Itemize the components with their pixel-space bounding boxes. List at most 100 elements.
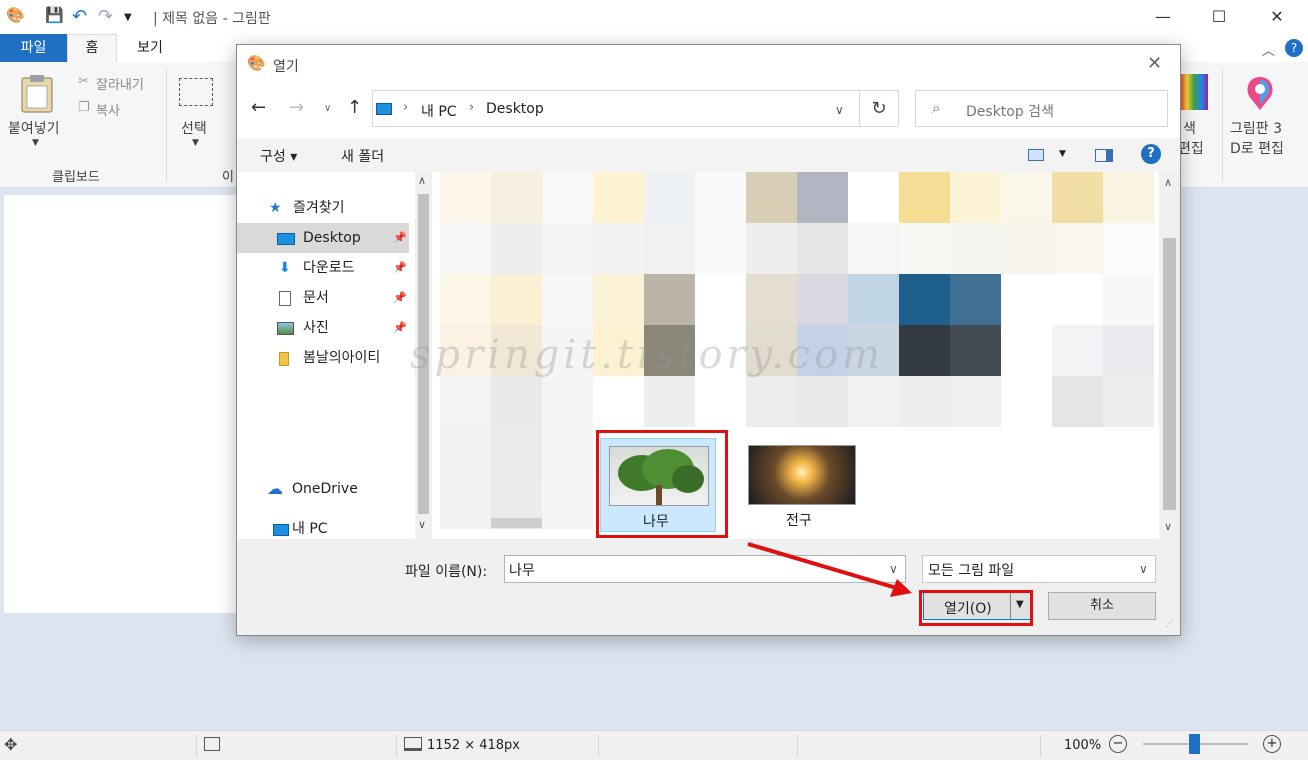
select-button[interactable]: 선택: [181, 118, 207, 138]
blurred-thumbnail-cell: [593, 376, 644, 427]
edit-colors-label-b[interactable]: 편집: [1178, 138, 1204, 158]
zoom-slider-thumb[interactable]: [1189, 734, 1200, 754]
star-icon: ★: [269, 200, 282, 216]
sidebar-item-quick-access[interactable]: ★ 즐겨찾기: [237, 193, 409, 223]
blurred-thumbnail-cell: [593, 172, 644, 223]
blurred-thumbnail-cell: [542, 172, 593, 223]
undo-icon[interactable]: ↶: [72, 6, 87, 27]
file-item-bulb[interactable]: 전구: [744, 438, 860, 532]
help-icon[interactable]: ?: [1141, 144, 1161, 164]
blurred-thumbnail-cell: [746, 172, 797, 223]
preview-pane-icon[interactable]: [1095, 149, 1113, 162]
blurred-thumbnail-cell: [899, 325, 950, 376]
new-folder-button[interactable]: 새 폴더: [341, 146, 384, 166]
edit-colors-icon: [1180, 74, 1208, 110]
customize-quick-access-icon[interactable]: ▼: [124, 12, 132, 23]
image-size-text: 1152 × 418px: [427, 738, 520, 753]
tab-view[interactable]: 보기: [122, 34, 178, 62]
blurred-thumbnail-cell: [746, 223, 797, 274]
blurred-thumbnail-cell: [1103, 172, 1154, 223]
view-options-icon[interactable]: [1028, 149, 1044, 161]
zoom-out-icon[interactable]: −: [1109, 735, 1127, 753]
dialog-close-button[interactable]: ✕: [1147, 53, 1162, 74]
sidebar-item-label: 즐겨찾기: [293, 200, 345, 216]
copy-button[interactable]: 복사: [96, 100, 120, 119]
redo-icon[interactable]: ↷: [98, 6, 113, 27]
scroll-down-icon[interactable]: ∨: [1164, 520, 1172, 533]
scroll-down-icon[interactable]: ∨: [418, 518, 426, 531]
blurred-thumbnail-cell: [440, 223, 491, 274]
search-icon: ⌕: [932, 99, 941, 117]
image-group-label: 이: [222, 170, 234, 185]
sidebar-item-label: OneDrive: [292, 481, 358, 497]
paint-app-icon: 🎨: [247, 54, 266, 72]
blurred-thumbnail-cell: [440, 427, 491, 478]
sidebar-item-pictures[interactable]: 사진 📌: [237, 313, 409, 343]
document-icon: [279, 291, 291, 306]
paint-3d-label-a[interactable]: 그림판 3: [1230, 118, 1282, 138]
filetype-dropdown-icon[interactable]: ∨: [1139, 562, 1148, 576]
sidebar-item-folder[interactable]: 봄날의아이티: [237, 343, 409, 373]
up-icon[interactable]: ↑: [347, 97, 362, 118]
drawing-canvas[interactable]: [4, 195, 240, 613]
blurred-thumbnail-cell: [542, 274, 593, 325]
address-bar[interactable]: › 내 PC › Desktop ∨: [372, 90, 860, 127]
back-icon[interactable]: ←: [251, 97, 266, 118]
sidebar-item-documents[interactable]: 문서 📌: [237, 283, 409, 313]
blurred-thumbnail-cell: [491, 274, 542, 325]
paint-3d-label-b[interactable]: D로 편집: [1230, 138, 1284, 158]
zoom-in-icon[interactable]: +: [1263, 735, 1281, 753]
paste-button[interactable]: 붙여넣기: [8, 118, 60, 138]
scroll-thumb[interactable]: [1163, 238, 1176, 510]
organize-button[interactable]: 구성 ▾: [260, 146, 297, 166]
close-button[interactable]: ✕: [1254, 4, 1300, 30]
maximize-button[interactable]: ☐: [1196, 4, 1242, 30]
tab-file[interactable]: 파일: [0, 34, 67, 62]
blurred-thumbnail-cell: [644, 223, 695, 274]
blurred-thumbnail-cell: [644, 376, 695, 427]
sidebar-item-onedrive[interactable]: ☁ OneDrive: [237, 474, 409, 504]
save-icon[interactable]: 💾: [45, 6, 64, 24]
view-dropdown-icon[interactable]: ▼: [1059, 149, 1066, 159]
paste-dropdown-icon[interactable]: ▼: [32, 138, 39, 148]
resize-grip-icon[interactable]: ⋰: [1165, 619, 1174, 629]
dialog-title: 열기: [273, 59, 299, 75]
sidebar-item-downloads[interactable]: ⬇ 다운로드 📌: [237, 253, 409, 283]
highlight-open-button: [919, 590, 1033, 626]
tab-home[interactable]: 홈: [67, 34, 117, 62]
recent-locations-icon[interactable]: ∨: [324, 103, 331, 114]
breadcrumb-folder[interactable]: Desktop: [486, 101, 544, 117]
blurred-thumbnail-cell: [797, 376, 848, 427]
edit-colors-label-a[interactable]: 색: [1183, 118, 1196, 138]
blurred-thumbnail-cell: [950, 325, 1001, 376]
blurred-thumbnail-cell: [440, 274, 491, 325]
help-icon[interactable]: ?: [1285, 39, 1303, 57]
cut-button[interactable]: 잘라내기: [96, 74, 144, 93]
collapse-ribbon-icon[interactable]: ︿: [1262, 40, 1275, 59]
scroll-up-icon[interactable]: ∧: [1164, 176, 1172, 189]
refresh-button[interactable]: ↻: [859, 90, 899, 127]
forward-icon[interactable]: →: [289, 97, 304, 118]
filetype-select[interactable]: 모든 그림 파일 ∨: [922, 555, 1156, 583]
blurred-thumbnail-cell: [1001, 325, 1052, 376]
select-icon: [179, 78, 213, 106]
sidebar-item-desktop[interactable]: Desktop 📌: [237, 223, 409, 253]
blurred-thumbnail-cell: [746, 274, 797, 325]
select-dropdown-icon[interactable]: ▼: [192, 138, 199, 148]
cancel-button[interactable]: 취소: [1048, 592, 1156, 620]
scroll-up-icon[interactable]: ∧: [418, 174, 426, 187]
dialog-bottom-bar: 파일 이름(N): 나무 ∨ 모든 그림 파일 ∨ 열기(O) ▼ 취소 ⋰: [237, 539, 1180, 635]
blurred-thumbnail-cell: [695, 223, 746, 274]
pin-icon: 📌: [393, 291, 407, 304]
blurred-thumbnail-cell: [542, 478, 593, 529]
blurred-thumbnail-cell: [491, 172, 542, 223]
bulb-thumbnail: [748, 445, 856, 505]
filetype-value: 모든 그림 파일: [928, 563, 1015, 579]
file-scrollbar[interactable]: ∧ ∨: [1159, 172, 1180, 539]
breadcrumb-root[interactable]: 내 PC: [421, 101, 457, 121]
blurred-thumbnail-cell: [542, 427, 593, 478]
sidebar-item-label: Desktop: [303, 230, 361, 246]
search-box[interactable]: ⌕ Desktop 검색: [915, 90, 1168, 127]
address-dropdown-icon[interactable]: ∨: [835, 103, 844, 117]
minimize-button[interactable]: —: [1140, 4, 1186, 30]
